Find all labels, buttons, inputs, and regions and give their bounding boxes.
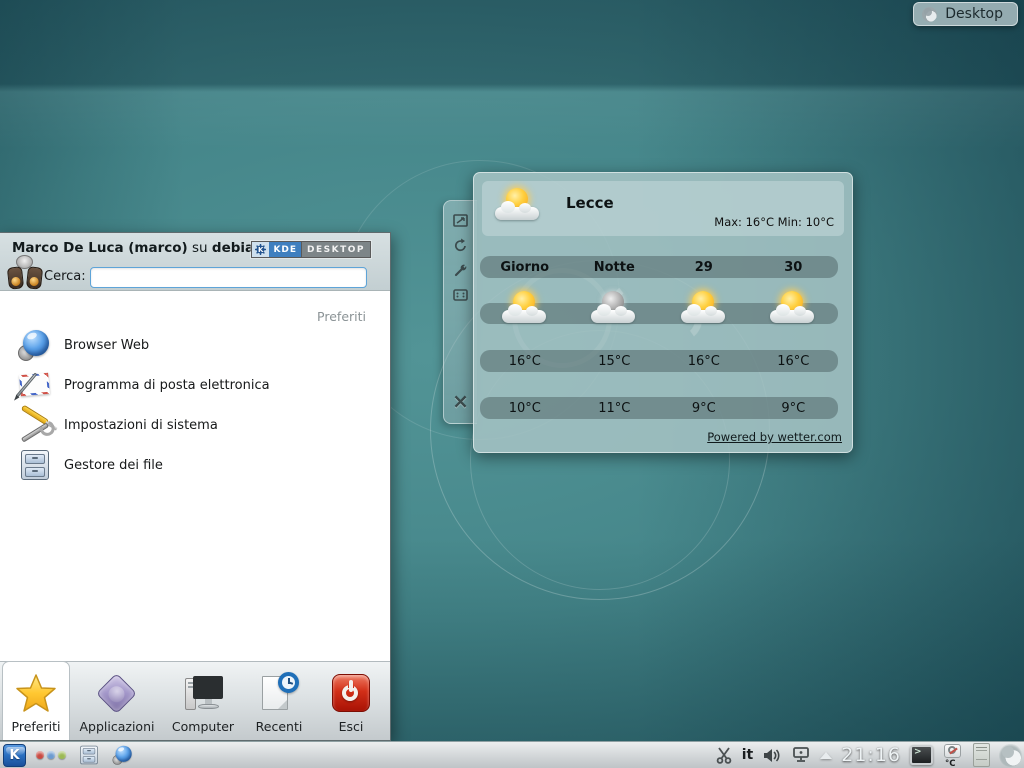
day-temp: 15°C (570, 354, 660, 369)
night-temp: 9°C (659, 401, 749, 416)
kickoff-user-title: Marco De Luca (marco) su debian (12, 240, 264, 256)
kde-logo-icon: K (252, 242, 269, 257)
configure-wrench-icon[interactable] (452, 261, 470, 279)
weather-current-icon (494, 187, 542, 221)
volume-icon[interactable] (762, 747, 782, 764)
digital-clock[interactable]: 21:16 (841, 744, 901, 766)
kmenu-k-icon: K (9, 749, 19, 762)
kickoff-tab-bar: Preferiti Applicazioni Computer Recenti (0, 661, 390, 740)
computer-icon (181, 672, 225, 716)
menu-item-browser-web[interactable]: Browser Web (0, 325, 388, 365)
weather-tray-label: °C (945, 759, 956, 768)
weather-night-temps-row: 10°C 11°C 9°C 9°C (480, 397, 838, 419)
blue-dot-icon (47, 751, 55, 759)
kickoff-launcher: Marco De Luca (marco) su debian K KDE DE… (0, 232, 391, 741)
applet-handle: × (443, 200, 477, 424)
kde-desktop-badge: K KDE DESKTOP (251, 241, 371, 258)
desktop-toolbox-label: Desktop (945, 6, 1003, 22)
recent-documents-icon (257, 672, 301, 716)
day-temp: 16°C (749, 354, 839, 369)
tab-computer[interactable]: Computer (162, 661, 244, 740)
file-manager-launcher[interactable] (78, 744, 99, 765)
settings-grid-icon[interactable] (452, 286, 470, 304)
favorites-list: Browser Web Programma di posta elettroni… (0, 325, 388, 485)
weather-icons-row (480, 303, 838, 324)
notes-mini-widget[interactable] (973, 743, 990, 767)
power-icon (329, 672, 373, 716)
weather-col-label: 30 (749, 260, 839, 275)
terminal-icon[interactable] (910, 745, 933, 765)
tab-esci[interactable]: Esci (316, 661, 386, 740)
search-input[interactable] (90, 267, 367, 288)
menu-item-file-manager[interactable]: Gestore dei file (0, 445, 388, 485)
mail-icon (18, 368, 52, 402)
network-monitor-icon[interactable] (791, 746, 811, 764)
panel-left: K (0, 742, 140, 768)
night-temp: 9°C (749, 401, 839, 416)
search-binoculars-icon (7, 255, 43, 291)
tab-preferiti[interactable]: Preferiti (2, 661, 70, 740)
panel-cashew-icon[interactable] (999, 744, 1022, 767)
wetter-credit-link[interactable]: Powered by wetter.com (707, 430, 842, 444)
star-icon (14, 672, 58, 716)
rotate-icon[interactable] (452, 236, 470, 254)
weather-header: Lecce Max: 16°C Min: 10°C (482, 181, 844, 236)
desktop: Desktop × Lecce Max: 16°C Min: 10°C (0, 0, 1024, 768)
resize-icon[interactable] (452, 211, 470, 229)
kmenu-button[interactable]: K (3, 744, 26, 767)
kickoff-header: Marco De Luca (marco) su debian K KDE DE… (0, 233, 390, 291)
user-name: Marco De Luca (marco) (12, 240, 188, 256)
night-temp: 10°C (480, 401, 570, 416)
day-temp: 16°C (659, 354, 749, 369)
weather-condition-icon (680, 291, 728, 325)
systray-expand-icon[interactable] (820, 752, 832, 759)
tab-applicazioni[interactable]: Applicazioni (74, 661, 160, 740)
weather-col-label: 29 (659, 260, 749, 275)
system-tray: it 21:16 °C (715, 743, 1024, 767)
klipper-scissors-icon[interactable] (715, 746, 733, 764)
weather-maxmin: Max: 16°C Min: 10°C (714, 215, 834, 229)
applications-diamond-icon (95, 672, 139, 716)
badge-kde-label: KDE (269, 242, 301, 257)
weather-tray-icon[interactable]: °C (942, 744, 964, 767)
browser-launcher[interactable] (112, 744, 133, 765)
green-dot-icon (58, 751, 66, 759)
day-temp: 16°C (480, 354, 570, 369)
activity-dots[interactable] (36, 751, 66, 759)
weather-condition-icon (769, 291, 817, 325)
keyboard-layout-indicator[interactable]: it (742, 747, 754, 763)
badge-desktop-label: DESKTOP (301, 242, 370, 257)
weather-condition-icon (501, 291, 549, 325)
svg-text:K: K (258, 246, 264, 254)
weather-day-temps-row: 16°C 15°C 16°C 16°C (480, 350, 838, 372)
weather-col-label: Giorno (480, 260, 570, 275)
file-cabinet-icon (18, 448, 52, 482)
menu-item-email-client[interactable]: Programma di posta elettronica (0, 365, 388, 405)
close-icon[interactable]: × (452, 391, 469, 411)
tab-recenti[interactable]: Recenti (246, 661, 312, 740)
weather-col-label: Notte (570, 260, 660, 275)
cashew-icon (922, 7, 937, 22)
weather-columns-row: Giorno Notte 29 30 (480, 256, 838, 278)
weather-widget: Lecce Max: 16°C Min: 10°C Giorno Notte 2… (473, 172, 853, 453)
browser-icon (18, 328, 52, 362)
weather-city: Lecce (566, 194, 614, 212)
user-connector: su (188, 240, 212, 256)
favorites-section-label: Preferiti (317, 309, 366, 324)
weather-condition-icon (590, 291, 638, 325)
tools-icon (18, 408, 52, 442)
menu-item-system-settings[interactable]: Impostazioni di sistema (0, 405, 388, 445)
night-temp: 11°C (570, 401, 660, 416)
search-label: Cerca: (44, 269, 86, 284)
red-dot-icon (36, 751, 44, 759)
bottom-panel: K it 21 (0, 741, 1024, 768)
desktop-toolbox-button[interactable]: Desktop (913, 2, 1018, 26)
